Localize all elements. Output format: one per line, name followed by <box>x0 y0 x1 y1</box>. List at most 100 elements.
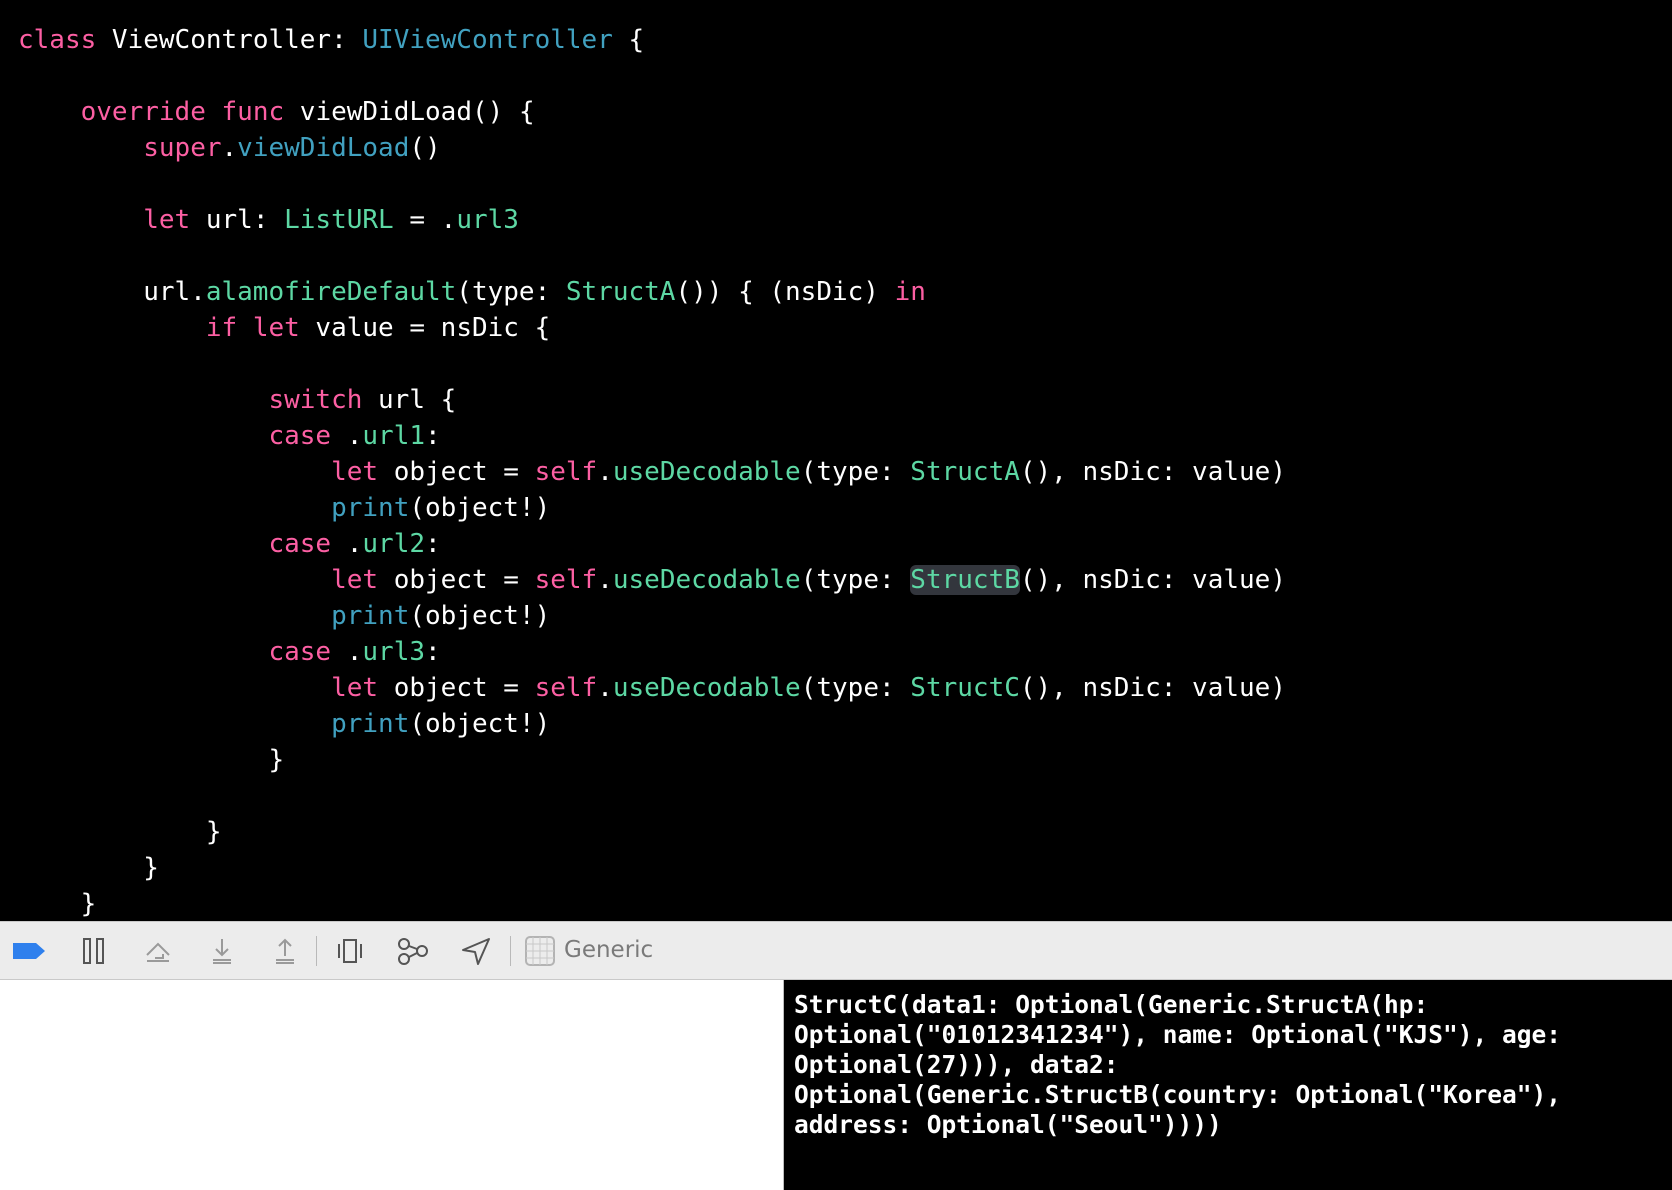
code-line: case .url3: <box>18 634 440 670</box>
code-token: (object!) <box>409 709 551 739</box>
code-token: StructA <box>910 457 1020 487</box>
code-token: (object!) <box>409 601 551 631</box>
code-line: case .url2: <box>18 526 441 562</box>
code-token: self <box>534 457 598 487</box>
step-into-icon[interactable] <box>197 922 247 979</box>
code-token: switch <box>268 385 363 415</box>
console-output: StructC(data1: Optional(Generic.StructA(… <box>794 990 1562 1139</box>
toolbar-separator <box>510 936 511 966</box>
code-token: . <box>331 637 363 667</box>
code-token: case <box>268 421 332 451</box>
code-line: class ViewController: UIViewController { <box>18 22 644 58</box>
code-line: let object = self.useDecodable(type: Str… <box>18 562 1286 598</box>
code-line: print(object!) <box>18 706 550 742</box>
code-token: object = <box>378 565 535 595</box>
code-token: let <box>331 673 379 703</box>
debug-bar: Generic <box>0 921 1672 980</box>
code-token: object = <box>378 673 535 703</box>
code-token: } <box>18 889 97 919</box>
code-token: : <box>425 421 441 451</box>
code-token: if <box>205 313 238 343</box>
code-editor[interactable]: class ViewController: UIViewController {… <box>0 0 1672 921</box>
device-icon[interactable] <box>515 922 565 979</box>
code-line: super.viewDidLoad() <box>18 130 440 166</box>
code-line: print(object!) <box>18 598 550 634</box>
code-line: override func viewDidLoad() { <box>18 94 535 130</box>
code-token: (object!) <box>409 493 551 523</box>
code-token: url3 <box>362 637 426 667</box>
code-token: . <box>221 133 238 163</box>
code-token: self <box>534 565 598 595</box>
code-token: print <box>331 709 410 739</box>
code-line: } <box>18 886 97 921</box>
view-hierarchy-icon[interactable] <box>325 922 375 979</box>
memory-graph-icon[interactable] <box>388 922 438 979</box>
code-token: class <box>18 25 97 55</box>
code-token: super <box>143 133 222 163</box>
variables-view[interactable] <box>0 980 783 1190</box>
code-token: override <box>80 97 206 127</box>
code-token: viewDidLoad <box>237 133 410 163</box>
code-token: case <box>268 637 332 667</box>
code-token: (type: <box>800 565 911 595</box>
code-token: object = <box>378 457 535 487</box>
code-line: url.alamofireDefault(type: StructA()) { … <box>18 274 926 310</box>
code-token: alamofireDefault <box>205 277 457 307</box>
code-token: } <box>18 817 222 847</box>
step-over-icon[interactable] <box>133 922 183 979</box>
code-token: : <box>425 529 441 559</box>
code-line: print(object!) <box>18 490 550 526</box>
code-token: let <box>331 565 379 595</box>
code-token: StructB <box>910 565 1020 595</box>
code-token: let <box>331 457 379 487</box>
code-token: . <box>597 673 613 703</box>
code-token: self <box>534 673 598 703</box>
code-token: print <box>331 601 410 631</box>
code-token: StructC <box>910 673 1020 703</box>
code-token: print <box>331 493 410 523</box>
console-area[interactable]: StructC(data1: Optional(Generic.StructA(… <box>784 980 1672 1190</box>
code-token: { <box>612 25 645 55</box>
code-token: let <box>252 313 300 343</box>
code-token: (), nsDic: value) <box>1019 457 1286 487</box>
code-token: useDecodable <box>612 565 801 595</box>
code-token: url1 <box>362 421 426 451</box>
code-token: . <box>331 421 363 451</box>
pause-icon[interactable] <box>69 922 119 979</box>
code-token: in <box>894 277 926 307</box>
breakpoints-toggle-icon[interactable] <box>4 922 54 979</box>
code-line: case .url1: <box>18 418 441 454</box>
code-line: } <box>18 814 222 850</box>
code-token: func <box>221 97 285 127</box>
code-line: } <box>18 742 284 778</box>
code-line: let url: ListURL = .url3 <box>18 202 519 238</box>
code-token: StructA <box>565 277 676 307</box>
code-token: (), nsDic: value) <box>1019 673 1286 703</box>
code-token: (type: <box>800 457 911 487</box>
code-token: value = nsDic { <box>299 313 551 343</box>
code-token: useDecodable <box>612 457 801 487</box>
code-token: UIViewController <box>362 25 613 55</box>
simulate-location-icon[interactable] <box>451 922 501 979</box>
code-token: let <box>143 205 191 235</box>
step-out-icon[interactable] <box>260 922 310 979</box>
code-token: useDecodable <box>612 673 801 703</box>
code-line: switch url { <box>18 382 456 418</box>
code-token: url: <box>190 205 285 235</box>
target-label[interactable]: Generic <box>564 922 653 979</box>
code-token: viewDidLoad() { <box>284 97 535 127</box>
toolbar-separator <box>316 936 317 966</box>
